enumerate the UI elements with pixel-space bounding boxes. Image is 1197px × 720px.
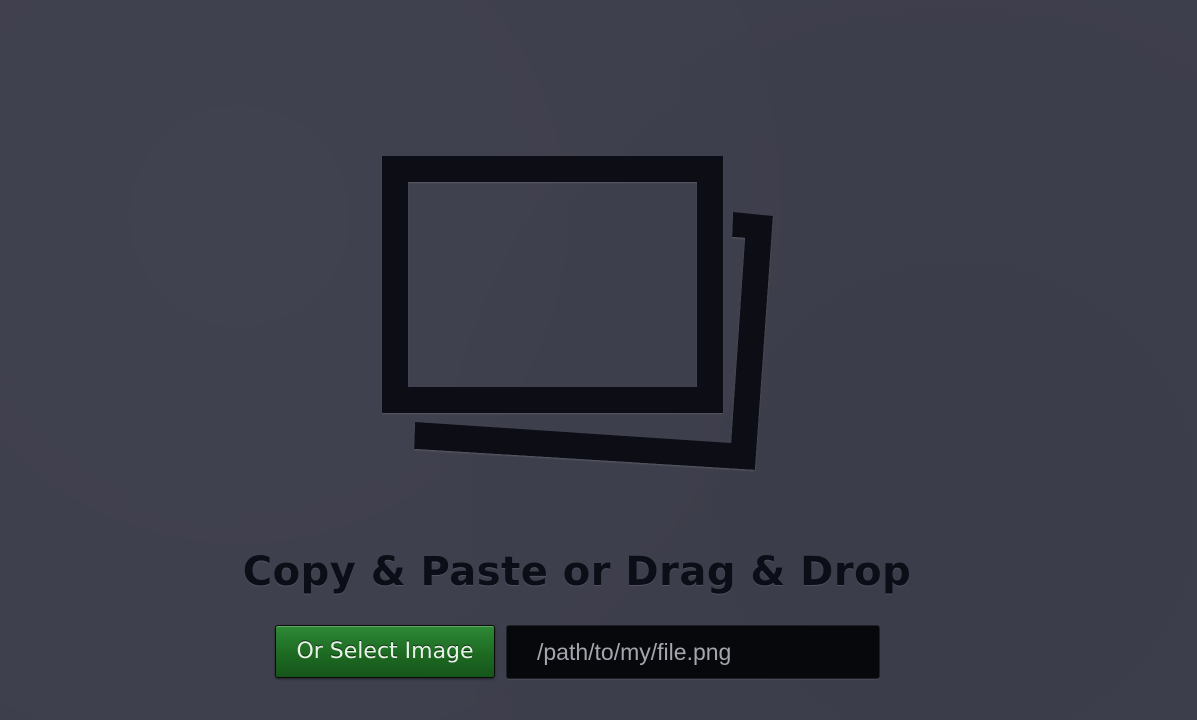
drop-instruction-heading: Copy & Paste or Drag & Drop bbox=[242, 549, 912, 595]
image-drop-zone[interactable]: Copy & Paste or Drag & Drop Or Select Im… bbox=[0, 0, 1197, 720]
photos-stack-icon bbox=[382, 156, 773, 470]
file-path-input[interactable] bbox=[506, 625, 880, 679]
select-image-button[interactable]: Or Select Image bbox=[275, 625, 495, 678]
